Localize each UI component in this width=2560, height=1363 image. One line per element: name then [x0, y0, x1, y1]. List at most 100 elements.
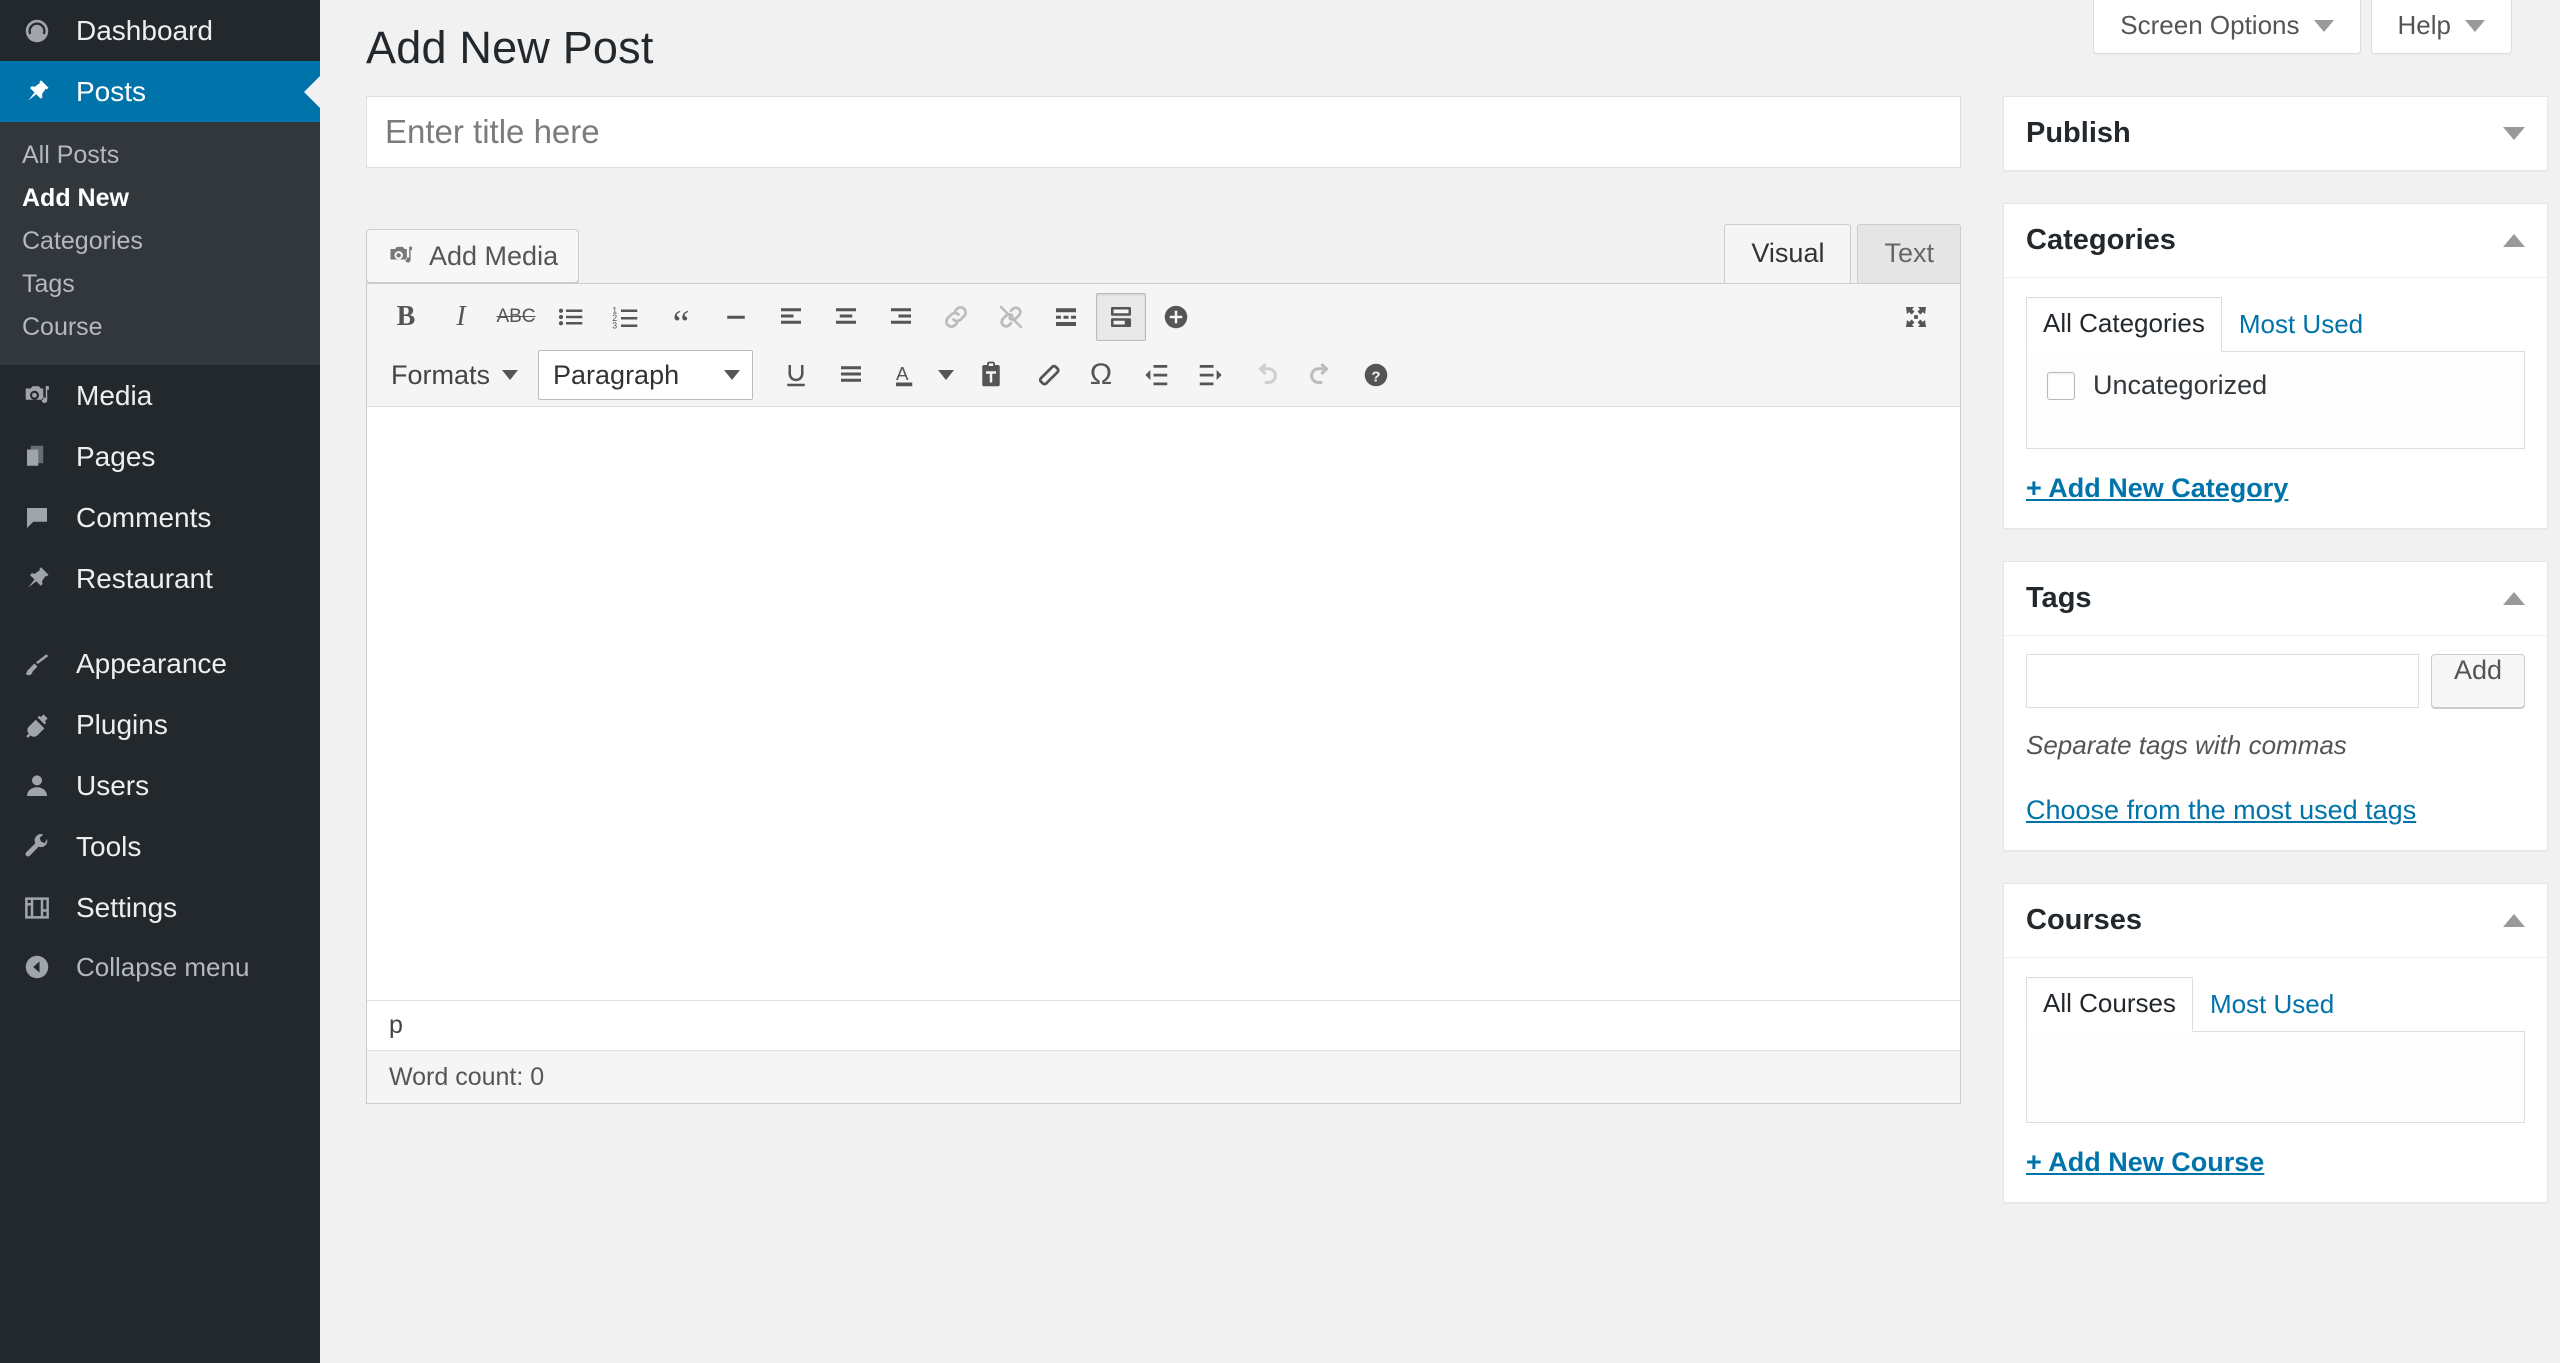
tags-metabox-body: Add Separate tags with commas Choose fro…	[2004, 636, 2547, 850]
publish-metabox: Publish	[2003, 96, 2548, 171]
toolbar-toggle-icon[interactable]	[1096, 293, 1146, 341]
sidebar-item-users[interactable]: Users	[0, 755, 320, 816]
add-media-button[interactable]: Add Media	[366, 229, 580, 283]
keyboard-help-icon[interactable]: ?	[1351, 351, 1401, 399]
indent-icon[interactable]	[1186, 351, 1236, 399]
choose-most-used-tags-link[interactable]: Choose from the most used tags	[2026, 795, 2416, 826]
screen-options-button[interactable]: Screen Options	[2093, 0, 2361, 54]
align-right-icon[interactable]	[876, 293, 926, 341]
sidebar-item-tools[interactable]: Tools	[0, 816, 320, 877]
undo-icon[interactable]	[1241, 351, 1291, 399]
pin-icon	[22, 77, 68, 107]
blockquote-icon[interactable]: “	[656, 293, 706, 343]
sidebar-item-plugins[interactable]: Plugins	[0, 694, 320, 755]
chevron-up-icon[interactable]	[2503, 592, 2525, 605]
add-new-category-link[interactable]: + Add New Category	[2026, 473, 2288, 504]
chevron-up-icon[interactable]	[2503, 914, 2525, 927]
bold-icon[interactable]: B	[381, 293, 431, 341]
sidebar-item-dashboard[interactable]: Dashboard	[0, 0, 320, 61]
sidebar-separator	[0, 609, 320, 633]
italic-icon[interactable]: I	[436, 293, 486, 341]
tab-all-courses[interactable]: All Courses	[2026, 977, 2193, 1032]
course-list	[2026, 1031, 2525, 1123]
sidebar-item-posts[interactable]: Posts	[0, 61, 320, 122]
sidebar-item-settings[interactable]: Settings	[0, 877, 320, 938]
sidebar-subitem-tags[interactable]: Tags	[0, 263, 320, 306]
sidebar-item-pages[interactable]: Pages	[0, 426, 320, 487]
redo-icon[interactable]	[1296, 351, 1346, 399]
wrench-icon	[22, 832, 68, 862]
tab-text[interactable]: Text	[1857, 224, 1961, 283]
special-character-icon[interactable]: Ω	[1076, 351, 1126, 399]
link-icon[interactable]	[931, 293, 981, 341]
sidebar-subitem-add-new[interactable]: Add New	[0, 177, 320, 220]
chevron-up-icon[interactable]	[2503, 234, 2525, 247]
sidebar-item-label: Dashboard	[76, 14, 213, 46]
sidebar-item-appearance[interactable]: Appearance	[0, 633, 320, 694]
toolbar-row-2: Formats Paragraph A Ω ?	[367, 346, 1960, 404]
add-tag-button[interactable]: Add	[2430, 654, 2525, 708]
clear-formatting-icon[interactable]	[1021, 351, 1071, 399]
help-button[interactable]: Help	[2370, 0, 2512, 54]
tab-most-used-courses[interactable]: Most Used	[2193, 978, 2351, 1032]
numbered-list-icon[interactable]: 1 2 3	[601, 293, 651, 341]
sidebar-subitem-categories[interactable]: Categories	[0, 220, 320, 263]
bullet-list-icon[interactable]	[546, 293, 596, 341]
sidebar-item-label: Media	[76, 379, 153, 411]
courses-metabox-header[interactable]: Courses	[2004, 884, 2547, 958]
svg-text:?: ?	[1371, 368, 1380, 385]
tab-visual[interactable]: Visual	[1724, 224, 1852, 283]
media-icon	[387, 242, 415, 270]
category-tabs: All Categories Most Used	[2026, 296, 2525, 352]
tag-hint-text: Separate tags with commas	[2026, 730, 2347, 760]
add-block-icon[interactable]	[1151, 293, 1201, 341]
sidebar-subitem-course[interactable]: Course	[0, 306, 320, 349]
tags-metabox-header[interactable]: Tags	[2004, 562, 2547, 636]
text-color-chevron-icon[interactable]	[931, 351, 961, 399]
tags-metabox: Tags Add Separate tags with commas Choos…	[2003, 561, 2548, 851]
sidebar-subitem-all-posts[interactable]: All Posts	[0, 134, 320, 177]
paste-as-text-icon[interactable]	[966, 351, 1016, 399]
sidebar-item-label: Tools	[76, 830, 142, 862]
paragraph-select[interactable]: Paragraph	[538, 350, 754, 400]
tab-most-used-categories[interactable]: Most Used	[2222, 298, 2380, 352]
chevron-down-icon	[2465, 19, 2485, 32]
courses-metabox-title: Courses	[2026, 904, 2143, 936]
category-label: Uncategorized	[2093, 370, 2268, 400]
sidebar-item-restaurant[interactable]: Restaurant	[0, 548, 320, 609]
horizontal-rule-icon[interactable]	[711, 293, 761, 341]
align-center-icon[interactable]	[821, 293, 871, 341]
justify-icon[interactable]	[826, 351, 876, 399]
formats-dropdown[interactable]: Formats	[381, 351, 528, 399]
new-tag-input[interactable]	[2026, 654, 2419, 708]
align-left-icon[interactable]	[766, 293, 816, 341]
sidebar-item-comments[interactable]: Comments	[0, 487, 320, 548]
dashboard-icon	[22, 16, 68, 46]
posts-submenu: All Posts Add New Categories Tags Course	[0, 122, 320, 365]
screen-meta-links: Screen Options Help	[2093, 0, 2512, 54]
tab-all-categories[interactable]: All Categories	[2026, 297, 2222, 352]
distraction-free-icon[interactable]	[1891, 293, 1941, 341]
strikethrough-icon[interactable]: ABC	[491, 293, 541, 341]
pages-icon	[22, 442, 68, 472]
categories-metabox-header[interactable]: Categories	[2004, 204, 2547, 278]
post-content-editor[interactable]	[367, 407, 1960, 1001]
add-new-course-link[interactable]: + Add New Course	[2026, 1147, 2264, 1178]
text-color-icon[interactable]: A	[881, 351, 931, 399]
sidebar-item-media[interactable]: Media	[0, 365, 320, 426]
sidebar-item-label: Restaurant	[76, 562, 213, 594]
publish-metabox-header[interactable]: Publish	[2004, 97, 2547, 170]
read-more-icon[interactable]	[1041, 293, 1091, 341]
publish-metabox-title: Publish	[2026, 117, 2131, 149]
post-title-input[interactable]	[366, 96, 1961, 168]
unlink-icon[interactable]	[986, 293, 1036, 341]
help-label: Help	[2397, 10, 2451, 40]
list-item[interactable]: Uncategorized	[2047, 370, 2504, 401]
collapse-menu-button[interactable]: Collapse menu	[0, 938, 320, 996]
chevron-down-icon	[502, 370, 519, 380]
outdent-icon[interactable]	[1131, 351, 1181, 399]
category-checkbox-uncategorized[interactable]	[2047, 371, 2075, 400]
underline-icon[interactable]	[771, 351, 821, 399]
chevron-down-icon[interactable]	[2503, 127, 2525, 140]
tag-entry-row: Add	[2026, 654, 2525, 708]
